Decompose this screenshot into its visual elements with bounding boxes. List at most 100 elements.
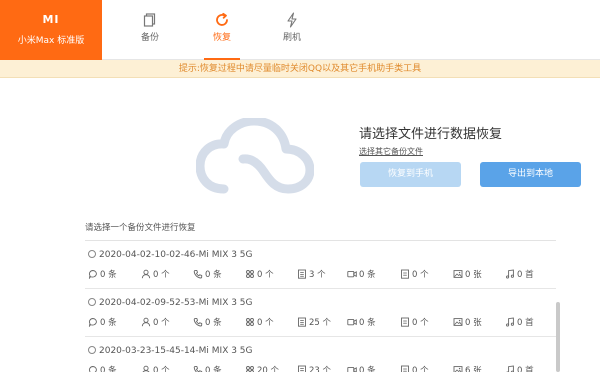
notice-bar: 提示:恢复过程中请尽量临时关闭QQ以及其它手机助手类工具 bbox=[0, 60, 600, 78]
stat-value: 25 个 bbox=[309, 318, 332, 328]
stat-notes: 0 个 bbox=[400, 316, 429, 328]
notes-icon bbox=[401, 365, 409, 372]
stat-photo: 0 张 bbox=[453, 316, 482, 328]
stat-contact: 0 个 bbox=[141, 316, 170, 328]
photo-icon bbox=[453, 318, 463, 326]
call-log-icon bbox=[193, 269, 203, 279]
backup-option[interactable]: 2020-03-23-15-45-14-Mi MIX 3 5G bbox=[88, 346, 253, 356]
stat-video: 0 条 bbox=[347, 316, 376, 328]
cloud-icon bbox=[196, 118, 314, 194]
copy-icon bbox=[143, 13, 156, 27]
stat-apps: 0 个 bbox=[245, 268, 274, 280]
restore-icon bbox=[216, 12, 228, 26]
stat-value: 0 个 bbox=[153, 270, 170, 280]
tab-backup-label: 备份 bbox=[140, 33, 159, 43]
stat-message: 0 条 bbox=[88, 316, 117, 328]
stat-value: 3 个 bbox=[309, 270, 326, 280]
stat-value: 0 条 bbox=[100, 318, 117, 328]
flash-icon bbox=[287, 12, 297, 28]
stat-music: 0 首 bbox=[505, 364, 534, 372]
stat-music: 0 首 bbox=[505, 316, 534, 328]
radio-button[interactable] bbox=[88, 298, 96, 306]
stat-apps: 0 个 bbox=[245, 316, 274, 328]
apps-icon bbox=[246, 318, 254, 326]
backup-option[interactable]: 2020-04-02-09-52-53-Mi MIX 3 5G bbox=[88, 298, 253, 308]
tab-restore[interactable]: 恢复 bbox=[196, 0, 248, 60]
apps-icon bbox=[246, 366, 254, 372]
call-log-icon bbox=[193, 365, 203, 372]
stat-value: 6 张 bbox=[465, 366, 482, 372]
stat-call-log: 0 条 bbox=[193, 268, 222, 280]
backup-row[interactable]: 2020-04-02-09-52-53-Mi MIX 3 5G 0 条 0 个 0 … bbox=[85, 290, 556, 337]
stat-value: 20 个 bbox=[257, 366, 280, 372]
stat-value: 0 条 bbox=[205, 318, 222, 328]
backup-row[interactable]: 2020-04-02-10-02-46-Mi MIX 3 5G 0 条 0 个 0 … bbox=[85, 242, 556, 289]
stat-value: 0 个 bbox=[153, 318, 170, 328]
stat-value: 0 首 bbox=[517, 270, 534, 280]
stat-value: 0 个 bbox=[412, 270, 429, 280]
stat-value: 0 条 bbox=[359, 270, 376, 280]
music-icon bbox=[506, 317, 514, 327]
stat-value: 0 首 bbox=[517, 366, 534, 372]
stat-files: 25 个 bbox=[297, 316, 331, 328]
stat-value: 0 首 bbox=[517, 318, 534, 328]
backup-list[interactable]: 2020-04-02-10-02-46-Mi MIX 3 5G 0 条 0 个 0 … bbox=[85, 242, 556, 372]
backup-list-title: 请选择一个备份文件进行恢复 bbox=[85, 223, 196, 233]
video-icon bbox=[347, 270, 357, 278]
backup-option[interactable]: 2020-04-02-10-02-46-Mi MIX 3 5G bbox=[88, 250, 253, 260]
radio-button[interactable] bbox=[88, 250, 96, 258]
stat-files: 23 个 bbox=[297, 364, 331, 372]
hero-title: 请选择文件进行数据恢复 bbox=[359, 127, 503, 142]
files-icon bbox=[298, 317, 306, 327]
tab-restore-label: 恢复 bbox=[212, 33, 231, 43]
video-icon bbox=[347, 318, 357, 326]
stat-apps: 20 个 bbox=[245, 364, 279, 372]
stat-value: 0 个 bbox=[412, 318, 429, 328]
stat-contact: 0 个 bbox=[141, 268, 170, 280]
stat-music: 0 首 bbox=[505, 268, 534, 280]
stat-contact: 0 个 bbox=[141, 364, 170, 372]
notes-icon bbox=[401, 317, 409, 327]
tab-flash-label: 刷机 bbox=[282, 33, 301, 43]
stat-notes: 0 个 bbox=[400, 268, 429, 280]
tab-flash[interactable]: 刷机 bbox=[266, 0, 318, 60]
stat-value: 0 张 bbox=[465, 270, 482, 280]
stat-notes: 0 个 bbox=[400, 364, 429, 372]
contact-icon bbox=[141, 317, 151, 327]
tab-backup[interactable]: 备份 bbox=[124, 0, 176, 60]
export-to-local-button[interactable]: 导出到本地 bbox=[480, 162, 581, 187]
scrollbar[interactable] bbox=[556, 302, 560, 372]
photo-icon bbox=[453, 366, 463, 372]
stat-value: 0 个 bbox=[257, 318, 274, 328]
notes-icon bbox=[401, 269, 409, 279]
stat-value: 0 条 bbox=[359, 366, 376, 372]
backup-name: 2020-04-02-10-02-46-Mi MIX 3 5G bbox=[99, 250, 253, 260]
stat-value: 23 个 bbox=[309, 366, 332, 372]
choose-other-backup-link[interactable]: 选择其它备份文件 bbox=[359, 146, 423, 157]
device-brand: MI 小米Max 标准版 bbox=[0, 0, 102, 60]
mi-logo: MI bbox=[42, 13, 60, 26]
stat-value: 0 条 bbox=[100, 366, 117, 372]
message-icon bbox=[88, 366, 97, 372]
apps-icon bbox=[246, 270, 254, 278]
stat-photo: 0 张 bbox=[453, 268, 482, 280]
music-icon bbox=[506, 269, 514, 279]
call-log-icon bbox=[193, 317, 203, 327]
backup-name: 2020-04-02-09-52-53-Mi MIX 3 5G bbox=[99, 298, 253, 308]
divider bbox=[85, 240, 556, 241]
stat-video: 0 条 bbox=[347, 364, 376, 372]
message-icon bbox=[88, 318, 97, 328]
restore-to-phone-button[interactable]: 恢复到手机 bbox=[360, 162, 461, 187]
contact-icon bbox=[142, 365, 150, 372]
stat-call-log: 0 条 bbox=[193, 316, 222, 328]
radio-button[interactable] bbox=[88, 346, 96, 354]
backup-row[interactable]: 2020-03-23-15-45-14-Mi MIX 3 5G 0 条 0 个 0 … bbox=[85, 338, 556, 372]
stat-photo: 6 张 bbox=[453, 364, 482, 372]
stat-value: 0 条 bbox=[205, 270, 222, 280]
contact-icon bbox=[141, 269, 151, 279]
stat-value: 0 张 bbox=[465, 318, 482, 328]
top-bar: MI 小米Max 标准版 备份 恢复 刷机 bbox=[0, 0, 600, 60]
stat-files: 3 个 bbox=[297, 268, 326, 280]
stat-value: 0 条 bbox=[359, 318, 376, 328]
files-icon bbox=[298, 365, 306, 372]
